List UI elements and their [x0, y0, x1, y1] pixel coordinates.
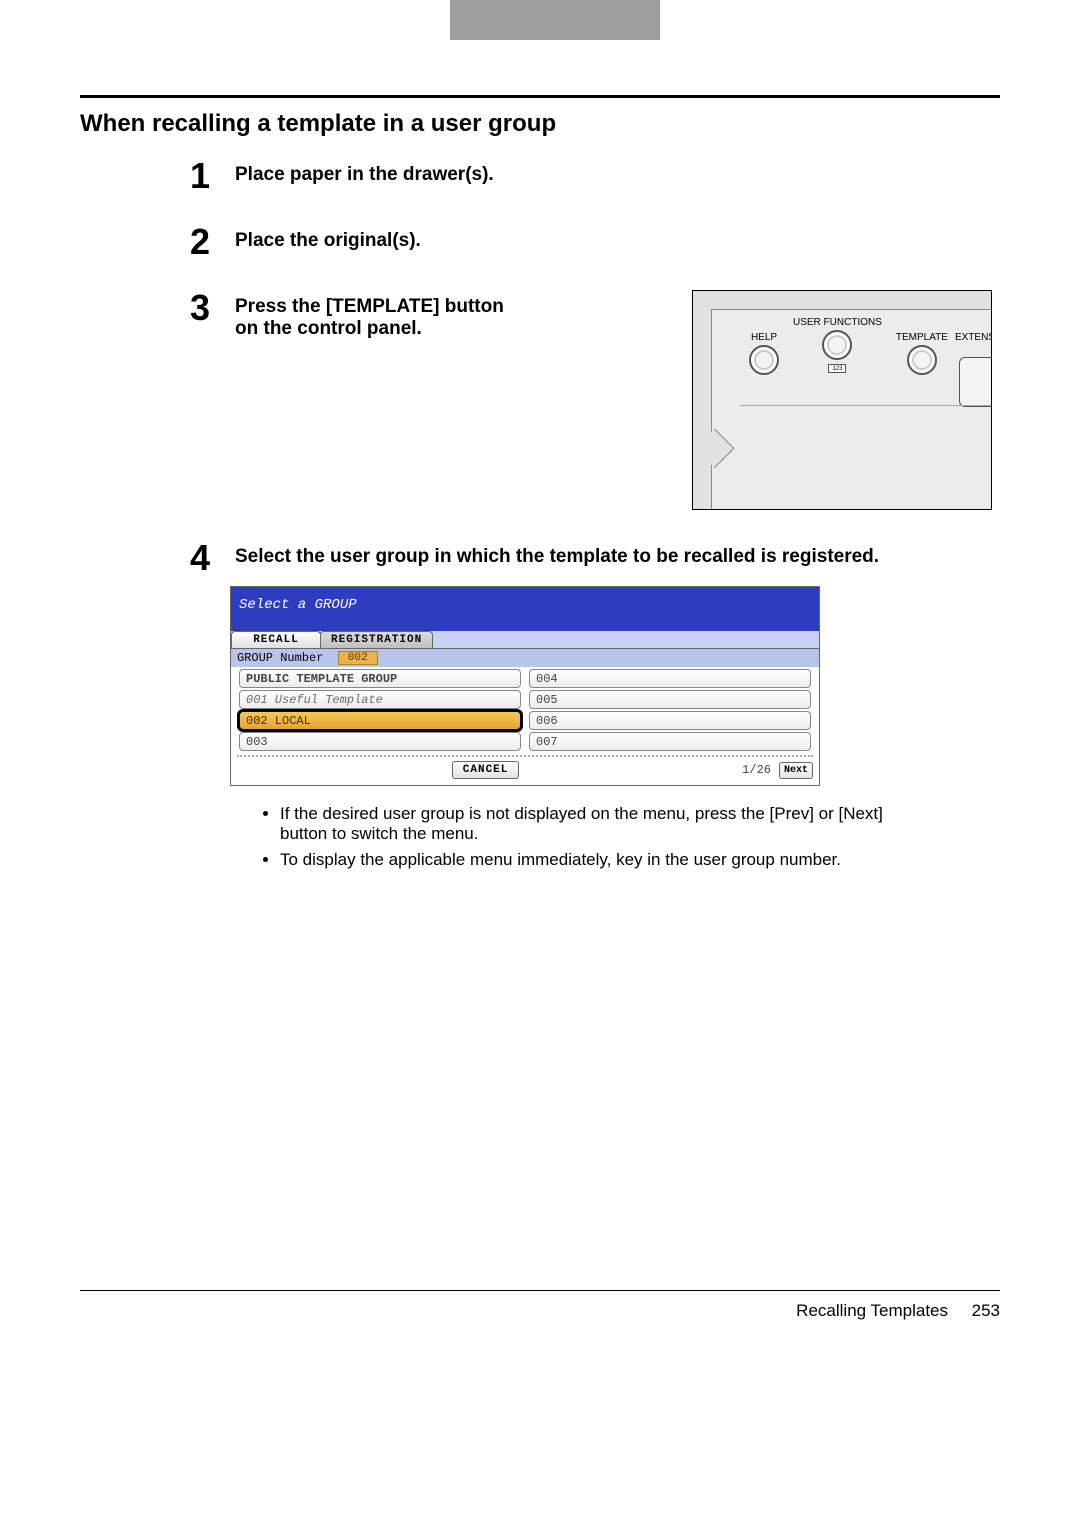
group-item[interactable]: 005	[529, 690, 811, 709]
template-button-icon	[907, 345, 937, 375]
step-text-3: Press the [TEMPLATE] button on the contr…	[235, 290, 505, 340]
step-text-1: Place paper in the drawer(s).	[235, 158, 1000, 186]
bullet-2: To display the applicable menu immediate…	[280, 850, 920, 870]
extension-slot-icon	[959, 357, 992, 407]
group-item[interactable]: 006	[529, 711, 811, 730]
step-number-4: 4	[190, 540, 220, 576]
group-item[interactable]: 003	[239, 732, 521, 751]
group-number-value[interactable]: 002	[338, 651, 378, 665]
bullet-1: If the desired user group is not display…	[280, 804, 920, 844]
tab-registration[interactable]: REGISTRATION	[320, 631, 433, 648]
step-number-3: 3	[190, 290, 220, 326]
extension-label: EXTENSION	[955, 332, 992, 343]
page-footer: Recalling Templates 253	[80, 1290, 1000, 1321]
footer-page: 253	[972, 1301, 1000, 1320]
next-button[interactable]: Next	[779, 762, 813, 779]
help-label: HELP	[749, 332, 779, 343]
control-panel-illustration: HELP USER FUNCTIONS 123 TEMPLATE EXTENSI…	[692, 290, 992, 510]
tab-recall[interactable]: RECALL	[231, 631, 321, 648]
screen-header: Select a GROUP	[231, 587, 819, 631]
step-text-2: Place the original(s).	[235, 224, 1000, 252]
step-number-1: 1	[190, 158, 220, 194]
group-item[interactable]: 002 LOCAL	[239, 711, 521, 730]
cancel-button[interactable]: CANCEL	[452, 761, 520, 779]
step-text-4: Select the user group in which the templ…	[235, 540, 1000, 568]
section-title: When recalling a template in a user grou…	[80, 95, 1000, 138]
lcd-screen-illustration: Select a GROUP RECALL REGISTRATION GROUP…	[230, 586, 820, 786]
group-item[interactable]: 001 Useful Template	[239, 690, 521, 709]
user-functions-label: USER FUNCTIONS	[793, 318, 882, 328]
template-label: TEMPLATE	[896, 332, 948, 343]
group-item[interactable]: PUBLIC TEMPLATE GROUP	[239, 669, 521, 688]
page-indicator: 1/26	[742, 763, 771, 777]
group-number-label: GROUP Number	[237, 651, 323, 665]
help-button-icon	[749, 345, 779, 375]
group-item[interactable]: 007	[529, 732, 811, 751]
step-number-2: 2	[190, 224, 220, 260]
group-item[interactable]: 004	[529, 669, 811, 688]
footer-title: Recalling Templates	[796, 1301, 948, 1320]
user-functions-button-icon	[822, 330, 852, 360]
chapter-tab	[450, 0, 660, 40]
counter-icon: 123	[828, 364, 846, 373]
